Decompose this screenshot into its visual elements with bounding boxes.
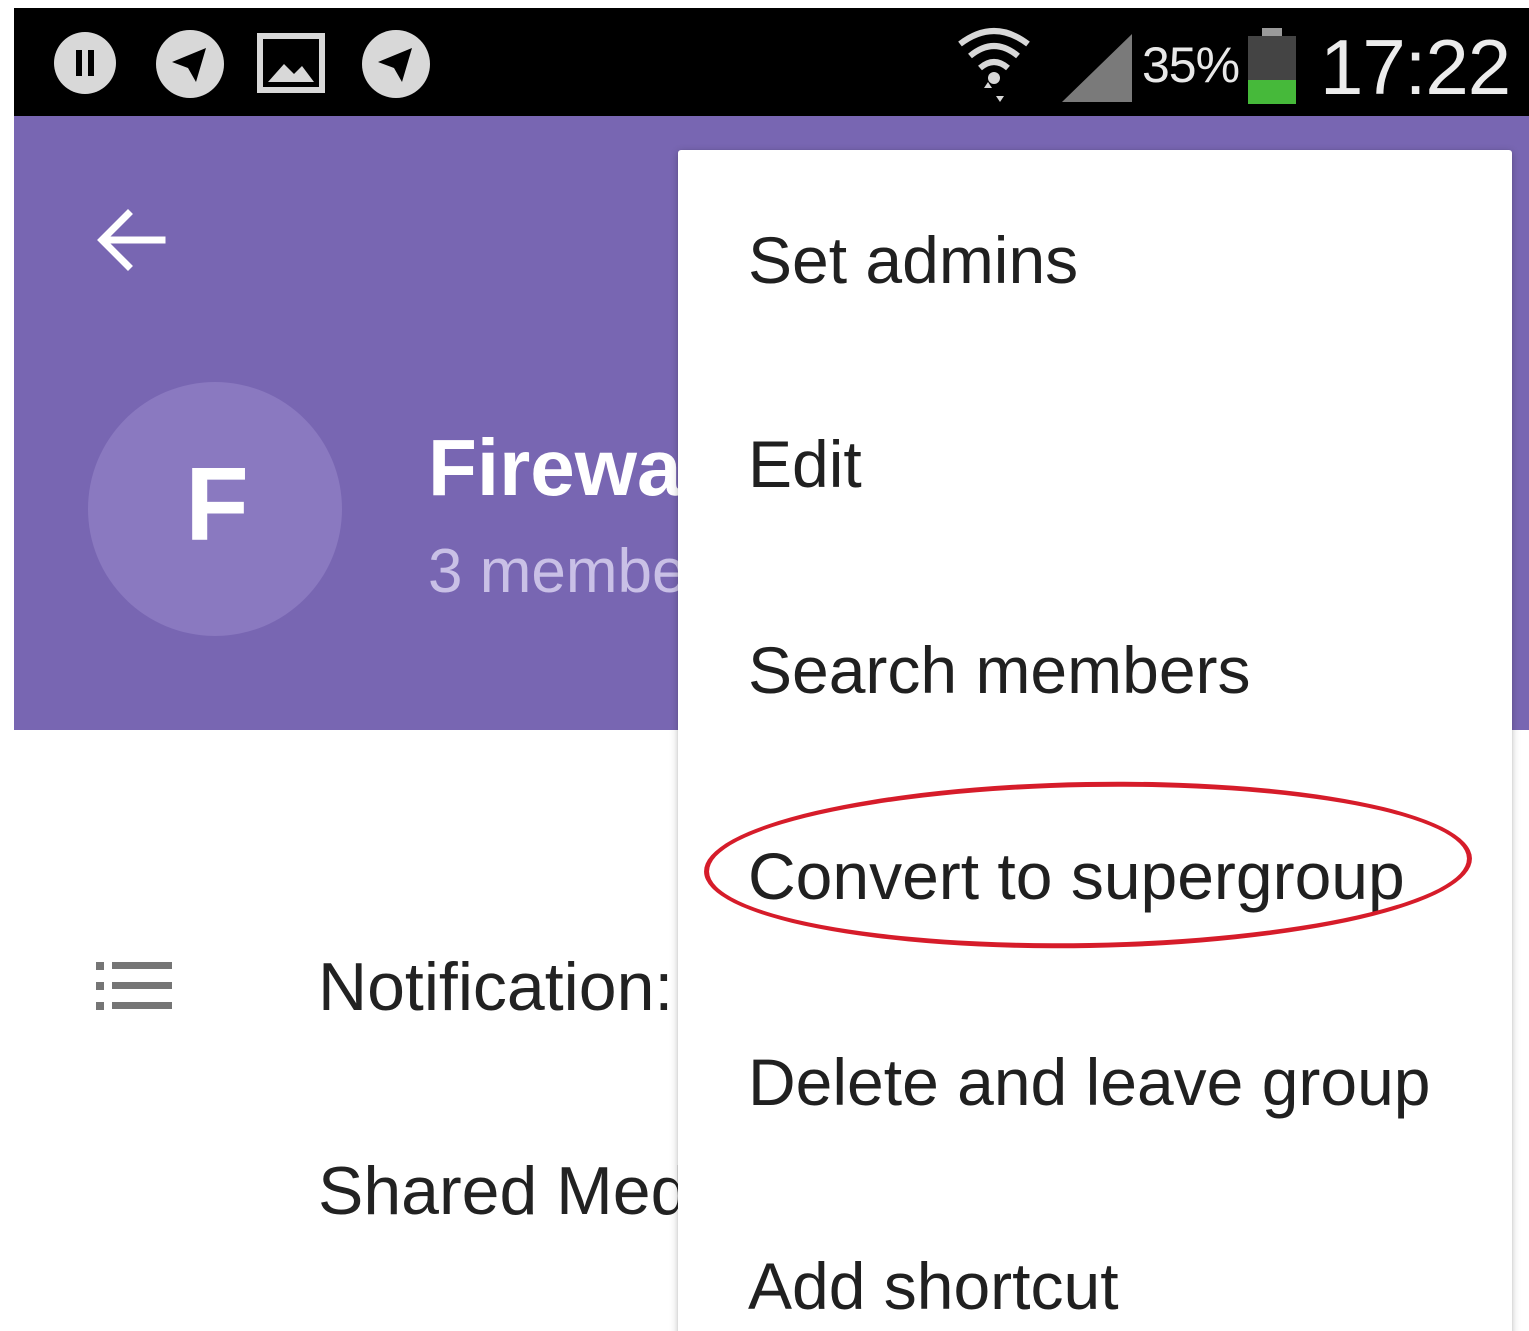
app-screen: 35% 17:22 F Firewa 3 membe Notification:…: [14, 8, 1529, 1331]
menu-item-delete-and-leave-group[interactable]: Delete and leave group: [748, 1044, 1431, 1120]
image-icon: [257, 33, 325, 93]
menu-item-set-admins[interactable]: Set admins: [748, 222, 1078, 298]
battery-icon: [1248, 28, 1296, 104]
telegram-icon: [362, 30, 430, 98]
highlight-ellipse: [702, 775, 1474, 955]
menu-item-search-members[interactable]: Search members: [748, 632, 1251, 708]
signal-icon: [1062, 34, 1132, 102]
group-name: Firewa: [428, 423, 682, 512]
pause-icon: [54, 32, 116, 94]
telegram-icon: [156, 30, 224, 98]
battery-percent: 35%: [1142, 37, 1240, 93]
menu-item-add-shortcut[interactable]: Add shortcut: [748, 1248, 1119, 1324]
group-avatar[interactable]: F: [88, 382, 342, 636]
menu-item-edit[interactable]: Edit: [748, 426, 862, 502]
avatar-letter: F: [185, 446, 249, 563]
overflow-menu: Set admins Edit Search members Convert t…: [678, 150, 1512, 1331]
status-bar: 35% 17:22: [14, 8, 1529, 116]
clock: 17:22: [1320, 23, 1511, 111]
shared-media-row[interactable]: Shared Med: [318, 1152, 688, 1230]
group-member-count: 3 membe: [428, 537, 687, 606]
list-icon: [96, 962, 172, 1010]
wifi-icon: [958, 28, 1030, 102]
notifications-row[interactable]: Notification:: [318, 948, 673, 1026]
arrow-back-icon[interactable]: [92, 200, 172, 280]
